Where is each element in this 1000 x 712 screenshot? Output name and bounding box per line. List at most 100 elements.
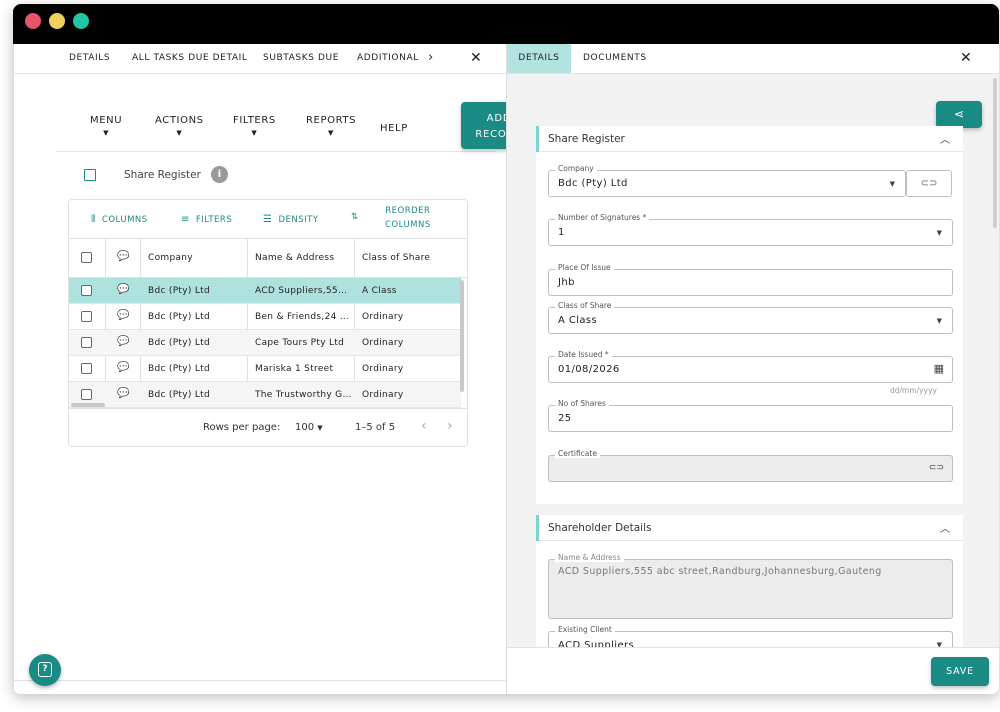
comment-icon[interactable]: 💬 bbox=[117, 362, 129, 373]
section-accent bbox=[536, 126, 539, 152]
cell-company: Bdc (Pty) Ltd bbox=[148, 286, 211, 296]
help-fab-button[interactable]: ? bbox=[29, 654, 61, 686]
density-button[interactable]: ☰ DENSITY bbox=[263, 214, 319, 225]
certificate-field[interactable]: Certificate ⊂⊃ bbox=[548, 449, 953, 482]
cell-name-address: ACD Suppliers,555 abc street,Randburg bbox=[255, 286, 352, 296]
reorder-columns-button[interactable]: REORDER COLUMNS bbox=[385, 206, 431, 230]
reorder-icon[interactable]: ⇅ bbox=[351, 212, 359, 222]
vertical-scrollbar[interactable] bbox=[460, 280, 464, 392]
place-of-issue-label: Place Of Issue bbox=[555, 263, 614, 272]
prev-page-icon[interactable]: ‹ bbox=[421, 418, 427, 434]
column-header-class-of-share[interactable]: Class of Share bbox=[362, 253, 430, 263]
date-issued-field[interactable]: Date Issued * 01/08/2026 ▦ bbox=[548, 350, 953, 383]
open-external-icon[interactable] bbox=[84, 169, 96, 181]
filters-button[interactable]: FILTERS ▼ bbox=[233, 115, 276, 137]
minimize-window-button[interactable] bbox=[49, 13, 65, 29]
table-row[interactable]: 💬 Bdc (Pty) Ltd Ben & Friends,24 Main Ro… bbox=[69, 304, 461, 330]
table-row[interactable]: 💬 Bdc (Pty) Ltd ACD Suppliers,555 abc st… bbox=[69, 278, 461, 304]
row-checkbox[interactable] bbox=[81, 285, 92, 296]
grid-footer: Rows per page: 100 ▼ 1–5 of 5 ‹ › bbox=[69, 408, 467, 446]
row-checkbox[interactable] bbox=[81, 311, 92, 322]
name-address-value: ACD Suppliers,555 abc street,Randburg,Jo… bbox=[558, 566, 882, 577]
help-button[interactable]: HELP bbox=[380, 123, 408, 134]
next-page-icon[interactable]: › bbox=[447, 418, 453, 434]
actions-button[interactable]: ACTIONS ▼ bbox=[155, 115, 204, 137]
right-pane: DETAILS DOCUMENTS ✕ ⋖ Share Register ︿ C… bbox=[506, 44, 999, 694]
density-icon: ☰ bbox=[263, 214, 273, 225]
columns-button[interactable]: ⦀ COLUMNS bbox=[91, 214, 148, 225]
name-address-label: Name & Address bbox=[555, 553, 624, 562]
company-value: Bdc (Pty) Ltd bbox=[558, 178, 628, 189]
actions-label: ACTIONS bbox=[155, 115, 204, 126]
no-of-shares-field[interactable]: No of Shares 25 bbox=[548, 399, 953, 432]
row-checkbox[interactable] bbox=[81, 363, 92, 374]
share-icon: ⋖ bbox=[953, 107, 965, 121]
maximize-window-button[interactable] bbox=[73, 13, 89, 29]
comments-icon: 💬 bbox=[117, 251, 130, 262]
horizontal-scrollbar[interactable] bbox=[71, 403, 105, 407]
table-row[interactable]: 💬 Bdc (Pty) Ltd The Trustworthy Group Or… bbox=[69, 382, 461, 408]
table-row[interactable]: 💬 Bdc (Pty) Ltd Mariska 1 Street Ordinar… bbox=[69, 356, 461, 382]
tab-details[interactable]: DETAILS bbox=[69, 53, 110, 63]
tab-details-right[interactable]: DETAILS bbox=[507, 44, 571, 73]
cell-company: Bdc (Pty) Ltd bbox=[148, 364, 211, 374]
no-of-shares-value: 25 bbox=[558, 413, 572, 424]
chevron-up-icon[interactable]: ︿ bbox=[940, 520, 950, 535]
caret-down-icon: ▼ bbox=[251, 129, 258, 137]
save-button[interactable]: SAVE bbox=[931, 657, 989, 686]
share-register-title: Share Register bbox=[548, 133, 625, 145]
column-header-name-address[interactable]: Name & Address bbox=[255, 253, 334, 263]
grid-filters-button[interactable]: ≡ FILTERS bbox=[181, 214, 232, 225]
reports-button[interactable]: REPORTS ▼ bbox=[306, 115, 356, 137]
class-of-share-label: Class of Share bbox=[555, 301, 615, 310]
rows-per-page-select[interactable]: 100 ▼ bbox=[295, 422, 323, 433]
place-of-issue-field[interactable]: Place Of Issue Jhb bbox=[548, 263, 953, 296]
tab-subtasks-due[interactable]: SUBTASKS DUE bbox=[263, 53, 339, 63]
close-icon[interactable]: ✕ bbox=[960, 50, 972, 66]
comment-icon[interactable]: 💬 bbox=[117, 336, 129, 347]
shareholder-details-header[interactable]: Shareholder Details ︿ bbox=[536, 515, 963, 541]
link-icon[interactable]: ⊂⊃ bbox=[929, 463, 944, 473]
class-of-share-select[interactable]: Class of Share A Class ▼ bbox=[548, 301, 953, 334]
company-label: Company bbox=[555, 164, 597, 173]
menu-button[interactable]: MENU ▼ bbox=[90, 115, 122, 137]
caret-down-icon: ▼ bbox=[328, 129, 335, 137]
signatures-select[interactable]: Number of Signatures * 1 ▼ bbox=[548, 213, 953, 246]
close-window-button[interactable] bbox=[25, 13, 41, 29]
tab-all-tasks-due-detail[interactable]: ALL TASKS DUE DETAIL bbox=[132, 53, 248, 63]
select-all-checkbox[interactable] bbox=[81, 252, 92, 263]
cell-company: Bdc (Pty) Ltd bbox=[148, 390, 211, 400]
table-row[interactable]: 💬 Bdc (Pty) Ltd Cape Tours Pty Ltd Ordin… bbox=[69, 330, 461, 356]
reorder-columns-label: COLUMNS bbox=[385, 220, 431, 230]
company-link-button[interactable]: ⊂⊃ bbox=[906, 170, 952, 197]
row-checkbox[interactable] bbox=[81, 389, 92, 400]
menu-label: MENU bbox=[90, 115, 123, 126]
close-icon[interactable]: ✕ bbox=[470, 50, 482, 66]
section-accent bbox=[536, 515, 539, 541]
cell-class: Ordinary bbox=[362, 338, 404, 348]
right-scrollbar[interactable] bbox=[993, 78, 997, 228]
comment-icon[interactable]: 💬 bbox=[117, 284, 129, 295]
share-button[interactable]: ⋖ bbox=[936, 101, 982, 128]
date-format-hint: dd/mm/yyyy bbox=[890, 386, 937, 395]
share-register-header[interactable]: Share Register ︿ bbox=[536, 126, 963, 152]
caret-down-icon: ▼ bbox=[889, 180, 895, 188]
calendar-icon[interactable]: ▦ bbox=[934, 362, 944, 375]
chevron-right-icon[interactable]: › bbox=[428, 50, 434, 65]
comment-icon[interactable]: 💬 bbox=[117, 310, 129, 321]
row-checkbox[interactable] bbox=[81, 337, 92, 348]
cell-name-address: Mariska 1 Street bbox=[255, 364, 334, 374]
info-icon[interactable]: i bbox=[211, 166, 228, 183]
company-select[interactable]: Company Bdc (Pty) Ltd ▼ bbox=[548, 164, 906, 197]
pagination-range: 1–5 of 5 bbox=[355, 422, 396, 433]
column-header-company[interactable]: Company bbox=[148, 253, 193, 263]
tab-additional[interactable]: ADDITIONAL bbox=[357, 53, 419, 63]
comment-icon[interactable]: 💬 bbox=[117, 388, 129, 399]
name-address-field[interactable]: Name & Address ACD Suppliers,555 abc str… bbox=[548, 553, 953, 619]
cell-class: Ordinary bbox=[362, 364, 404, 374]
cell-name-address: Cape Tours Pty Ltd bbox=[255, 338, 345, 348]
divider bbox=[14, 680, 507, 681]
chevron-up-icon[interactable]: ︿ bbox=[940, 131, 950, 146]
rows-per-page-label: Rows per page: bbox=[203, 422, 281, 433]
tab-documents[interactable]: DOCUMENTS bbox=[583, 53, 647, 63]
